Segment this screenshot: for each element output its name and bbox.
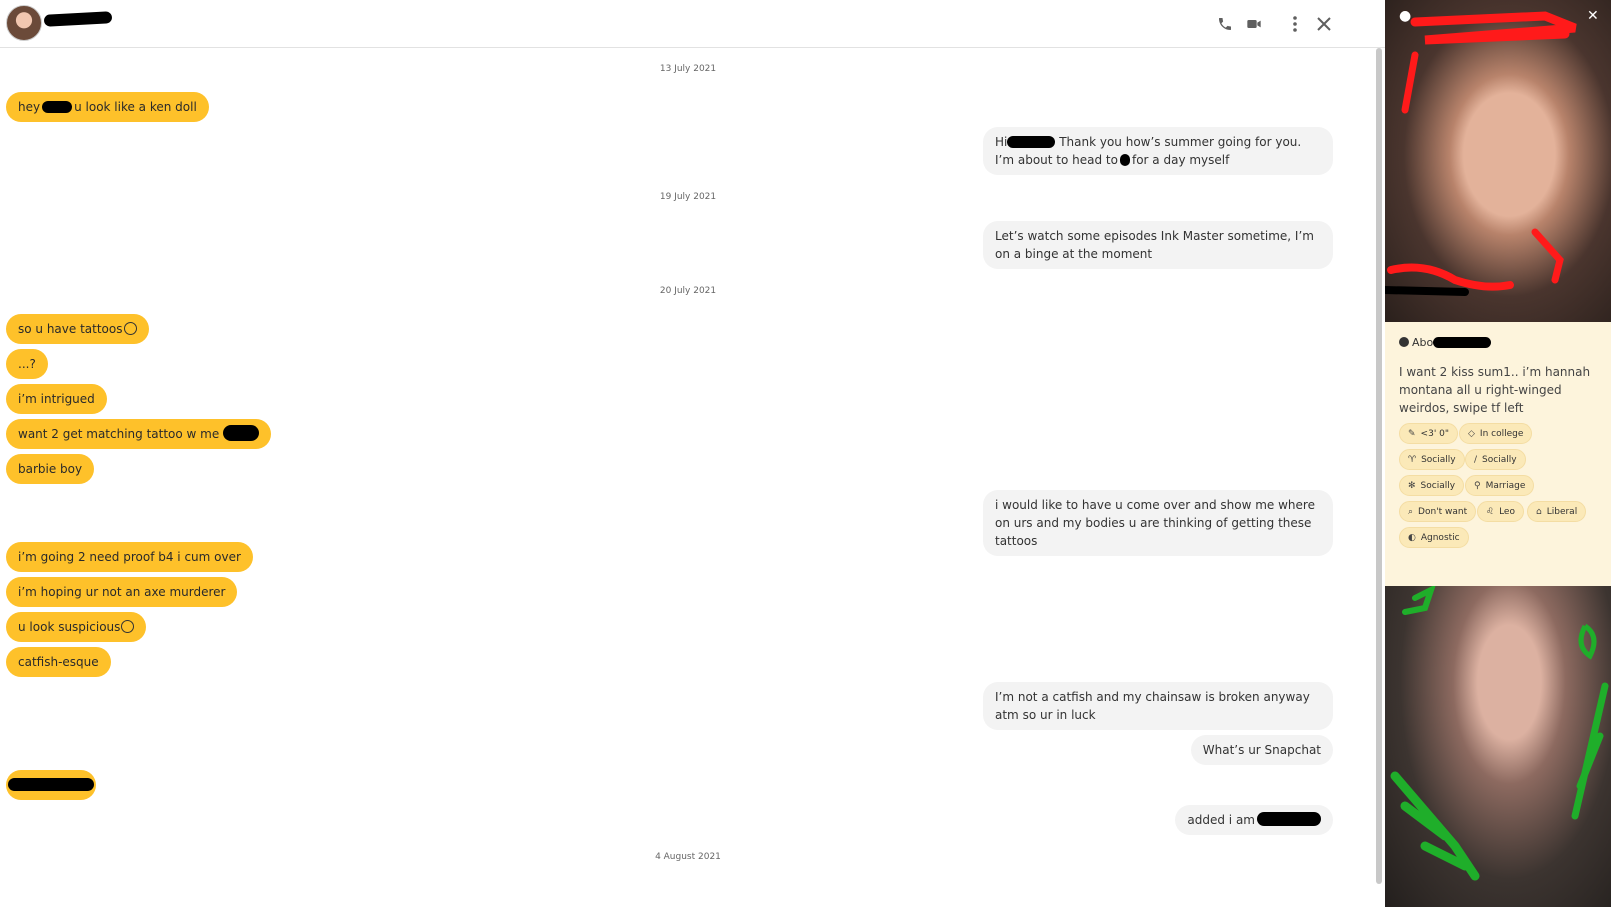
message-text: What’s ur Snapchat [1202, 743, 1321, 757]
redaction-mark [1007, 136, 1056, 148]
incoming-message: u look suspicious [6, 612, 147, 642]
message-text: so u have tattoos [18, 322, 123, 336]
weed-leaf-icon: ✻ [1408, 480, 1416, 491]
redaction-mark [43, 11, 113, 27]
message-text: i’m hoping ur not an axe murderer [18, 585, 226, 599]
message-text: i’m intrigued [18, 392, 95, 406]
message-text: barbie boy [18, 462, 83, 476]
outgoing-message: i would like to have u come over and sho… [983, 490, 1333, 556]
profile-photo[interactable]: ● ✕ [1385, 0, 1611, 322]
wine-glass-icon: ♈ [1408, 454, 1417, 465]
incoming-message [6, 770, 96, 800]
message-text: Let’s watch some episodes Ink Master som… [995, 229, 1314, 261]
redaction-mark [223, 425, 260, 441]
incoming-message: catfish-esque [6, 647, 111, 677]
message-text: catfish-esque [18, 655, 99, 669]
redaction-mark [42, 101, 73, 113]
video-icon[interactable] [1240, 10, 1268, 38]
more-vertical-icon[interactable] [1281, 10, 1309, 38]
cigarette-icon: / [1474, 454, 1478, 465]
message-text: u look like a ken doll [74, 100, 197, 114]
profile-photo[interactable] [1385, 586, 1611, 907]
date-divider: 20 July 2021 [659, 286, 717, 296]
incoming-message: i’m going 2 need proof b4 i cum over [6, 542, 253, 572]
message-text: ...? [18, 357, 36, 371]
height-chip: ✎ <3' 0" [1399, 423, 1459, 444]
politics-building-icon: ⌂ [1536, 506, 1542, 517]
incoming-message: ...? [6, 349, 48, 379]
date-divider: 19 July 2021 [659, 192, 717, 202]
report-icon[interactable]: ● [1399, 8, 1411, 24]
close-icon[interactable]: ✕ [1587, 8, 1599, 24]
education-chip: ◇ In college [1459, 423, 1533, 444]
message-text: i’m going 2 need proof b4 i cum over [18, 550, 241, 564]
drinking-chip: ♈ Socially [1399, 449, 1465, 470]
scribble-overlay [1390, 586, 1609, 881]
ruler-icon: ✎ [1408, 428, 1416, 439]
incoming-message: so u have tattoos [6, 314, 149, 344]
info-icon [1399, 337, 1409, 347]
kids-chip: ⌕ Don't want [1399, 501, 1477, 522]
scribble-overlay [1385, 11, 1577, 296]
chat-header: Ka [0, 0, 1385, 48]
magnifier-icon: ⚲ [1474, 480, 1481, 491]
graduation-cap-icon: ◇ [1468, 428, 1475, 439]
smoking-chip: / Socially [1465, 449, 1526, 470]
avatar[interactable] [6, 5, 42, 41]
bio-text: I want 2 kiss sum1.. i’m hannah montana … [1399, 365, 1591, 415]
scrollbar[interactable] [1376, 48, 1382, 884]
profile-panel: ● ✕ Abo I want 2 kiss sum1.. i’m hannah … [1385, 0, 1611, 907]
emoji-icon [121, 620, 135, 633]
app-window: Ka 13 July 2021 19 July 2021 20 July 202… [0, 0, 1611, 907]
redaction-mark [1257, 812, 1321, 826]
zodiac-chip: ♌ Leo [1477, 501, 1524, 522]
politics-chip: ⌂ Liberal [1527, 501, 1587, 522]
outgoing-message: Hi Thank you how’s summer going for you.… [983, 127, 1333, 175]
incoming-message: i’m hoping ur not an axe murderer [6, 577, 238, 607]
religion-icon: ◐ [1408, 532, 1416, 543]
about-section: Abo I want 2 kiss sum1.. i’m hannah mont… [1385, 322, 1611, 586]
pacifier-icon: ⌕ [1408, 506, 1414, 517]
incoming-message: barbie boy [6, 454, 95, 484]
date-divider: 4 August 2021 [655, 852, 721, 862]
zodiac-icon: ♌ [1486, 506, 1495, 517]
redaction-mark [8, 778, 94, 791]
message-text: want 2 get matching tattoo w me [18, 427, 220, 441]
outgoing-message: What’s ur Snapchat [1190, 735, 1333, 765]
incoming-message: want 2 get matching tattoo w me [6, 419, 272, 449]
cannabis-chip: ✻ Socially [1399, 475, 1465, 496]
outgoing-message: Let’s watch some episodes Ink Master som… [983, 221, 1333, 269]
message-text: hey [18, 100, 41, 114]
redaction-mark [1119, 154, 1130, 166]
religion-chip: ◐ Agnostic [1399, 527, 1469, 548]
date-divider: 13 July 2021 [659, 64, 717, 74]
redaction-mark [1433, 337, 1492, 348]
chat-panel: Ka 13 July 2021 19 July 2021 20 July 202… [0, 0, 1385, 907]
close-icon[interactable] [1310, 10, 1338, 38]
emoji-icon [123, 322, 137, 335]
message-text: Hi [995, 135, 1008, 149]
message-text: for a day myself [1131, 153, 1230, 167]
outgoing-message: added i am [1175, 805, 1333, 835]
message-text: added i am [1187, 813, 1255, 827]
incoming-message: hey u look like a ken doll [6, 92, 209, 122]
incoming-message: i’m intrigued [6, 384, 107, 414]
message-text: u look suspicious [18, 620, 121, 634]
message-text: i would like to have u come over and sho… [995, 498, 1315, 548]
about-title: Abo [1399, 336, 1492, 349]
message-text: I’m not a catfish and my chainsaw is bro… [995, 690, 1310, 722]
outgoing-message: I’m not a catfish and my chainsaw is bro… [983, 682, 1333, 730]
looking-for-chip: ⚲ Marriage [1465, 475, 1535, 496]
phone-icon[interactable] [1211, 10, 1239, 38]
